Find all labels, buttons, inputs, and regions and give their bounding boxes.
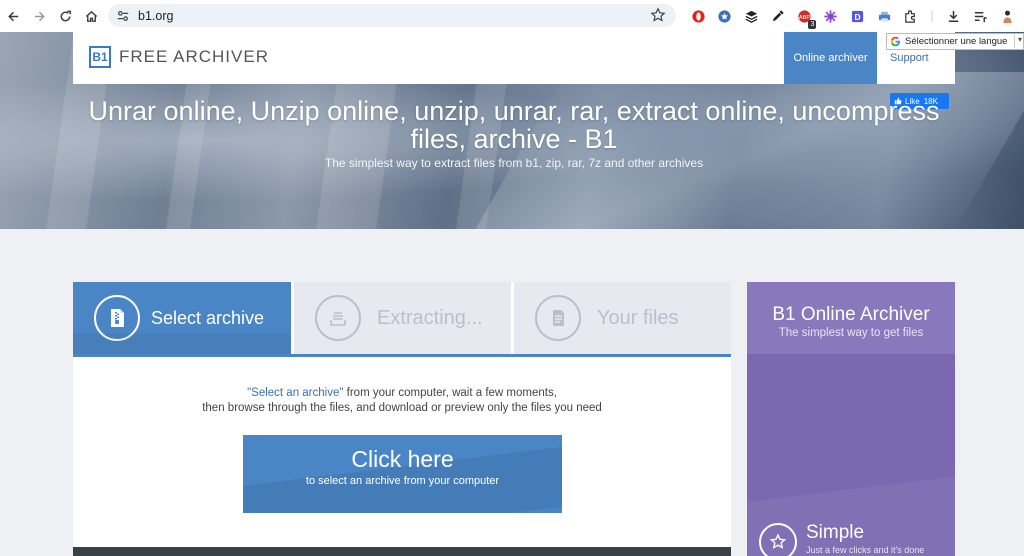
svg-text:D: D bbox=[855, 11, 861, 21]
page-subtitle: The simplest way to extract files from b… bbox=[324, 156, 704, 170]
reading-list-icon[interactable] bbox=[971, 6, 991, 26]
d-extension-icon[interactable]: D bbox=[848, 6, 868, 26]
forward-icon[interactable] bbox=[26, 3, 52, 29]
instructions-line1: from your computer, wait a few moments, bbox=[343, 387, 557, 399]
step-extracting-label: Extracting... bbox=[377, 306, 483, 329]
blue-badge-extension-icon[interactable] bbox=[715, 6, 735, 26]
bookmark-star-icon[interactable] bbox=[650, 7, 666, 23]
layers-extension-icon[interactable] bbox=[741, 6, 761, 26]
logo-text: FREE ARCHIVER bbox=[119, 47, 269, 66]
download-icon[interactable] bbox=[944, 6, 964, 26]
google-icon bbox=[890, 36, 900, 47]
site-header: B1 FREE ARCHIVER Online archiver Support bbox=[73, 32, 955, 84]
sidebar-title: B1 Online Archiver bbox=[772, 304, 930, 325]
site-settings-icon[interactable] bbox=[116, 9, 130, 23]
printer-extension-icon[interactable] bbox=[874, 6, 894, 26]
select-archive-button-label: Click here bbox=[351, 446, 454, 472]
browser-toolbar: b1.org ABP 3 D bbox=[0, 0, 1024, 32]
extension-badge: 3 bbox=[808, 20, 817, 29]
home-icon[interactable] bbox=[78, 3, 104, 29]
abp-extension-icon[interactable]: ABP 3 bbox=[794, 6, 817, 29]
nav-online-archiver[interactable]: Online archiver bbox=[784, 32, 877, 84]
site-logo[interactable]: B1 FREE ARCHIVER bbox=[89, 46, 269, 68]
purple-gear-extension-icon[interactable] bbox=[821, 6, 841, 26]
step-files-label: Your files bbox=[597, 306, 679, 329]
chevron-down-icon: ▾ bbox=[1017, 35, 1022, 44]
extensions-bar: ABP 3 D bbox=[688, 6, 1024, 29]
step-your-files: Your files bbox=[514, 282, 731, 354]
step-select-archive[interactable]: Select archive bbox=[73, 282, 291, 354]
tab-underline bbox=[73, 354, 731, 357]
feature-title: Simple bbox=[806, 522, 865, 543]
tab-decor bbox=[73, 334, 291, 354]
step-extracting: Extracting... bbox=[294, 282, 511, 354]
files-icon bbox=[535, 295, 581, 341]
opera-extension-icon[interactable] bbox=[688, 6, 708, 26]
extract-tray-icon bbox=[315, 295, 361, 341]
logo-mark: B1 bbox=[89, 46, 111, 68]
select-archive-button-sublabel: to select an archive from your computer bbox=[305, 475, 500, 487]
feature-subtitle: Just a few clicks and it's done bbox=[806, 545, 925, 555]
instructions-highlight: "Select an archive" bbox=[247, 387, 344, 399]
sidebar-promo: B1 Online Archiver The simplest way to g… bbox=[747, 282, 955, 556]
url-text: b1.org bbox=[138, 8, 174, 23]
step-select-label: Select archive bbox=[151, 307, 265, 328]
star-icon bbox=[759, 523, 797, 556]
archive-upload-card: Select archive Extracting... Your files … bbox=[73, 282, 731, 556]
reload-icon[interactable] bbox=[52, 3, 78, 29]
profile-avatar[interactable] bbox=[997, 6, 1017, 26]
footer-bar bbox=[73, 547, 731, 556]
select-archive-button[interactable]: Click here to select an archive from you… bbox=[243, 435, 562, 513]
language-select-label: Sélectionner une langue bbox=[905, 36, 1008, 47]
address-bar[interactable]: b1.org bbox=[108, 4, 676, 27]
puzzle-extensions-icon[interactable] bbox=[901, 6, 921, 26]
back-icon[interactable] bbox=[0, 3, 26, 29]
instructions-text: "Select an archive" from your computer, … bbox=[73, 386, 731, 416]
page-title: Unrar online, Unzip online, unzip, unrar… bbox=[88, 96, 940, 154]
language-select-divider bbox=[1014, 35, 1015, 48]
instructions-line2: then browse through the files, and downl… bbox=[202, 402, 602, 414]
language-select[interactable]: Sélectionner une langue ▾ bbox=[886, 33, 1024, 50]
toolbar-divider bbox=[927, 6, 937, 26]
sidebar-subtitle: The simplest way to get files bbox=[778, 327, 924, 339]
eyedropper-extension-icon[interactable] bbox=[768, 6, 788, 26]
